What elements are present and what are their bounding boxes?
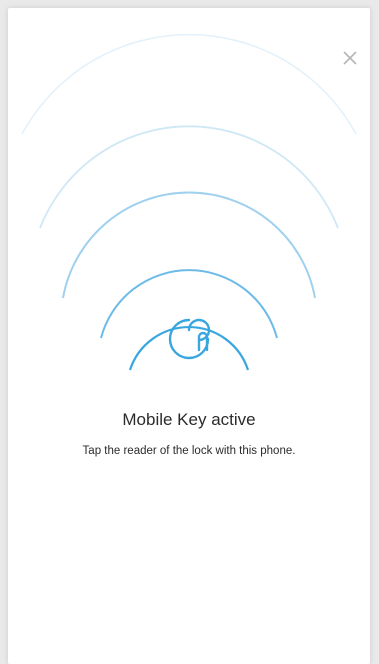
signal-wave-3 [62,191,316,299]
signal-wave-5 [21,33,357,135]
status-instruction: Tap the reader of the lock with this pho… [82,445,296,457]
signal-wave-4 [39,125,339,229]
signal-wave-1 [128,325,250,371]
status-title: Mobile Key active [122,410,256,429]
touch-finger-icon [168,318,211,360]
mobile-key-dialog: Mobile Key active Tap the reader of the … [8,8,370,664]
signal-waves-graphic [21,33,357,371]
